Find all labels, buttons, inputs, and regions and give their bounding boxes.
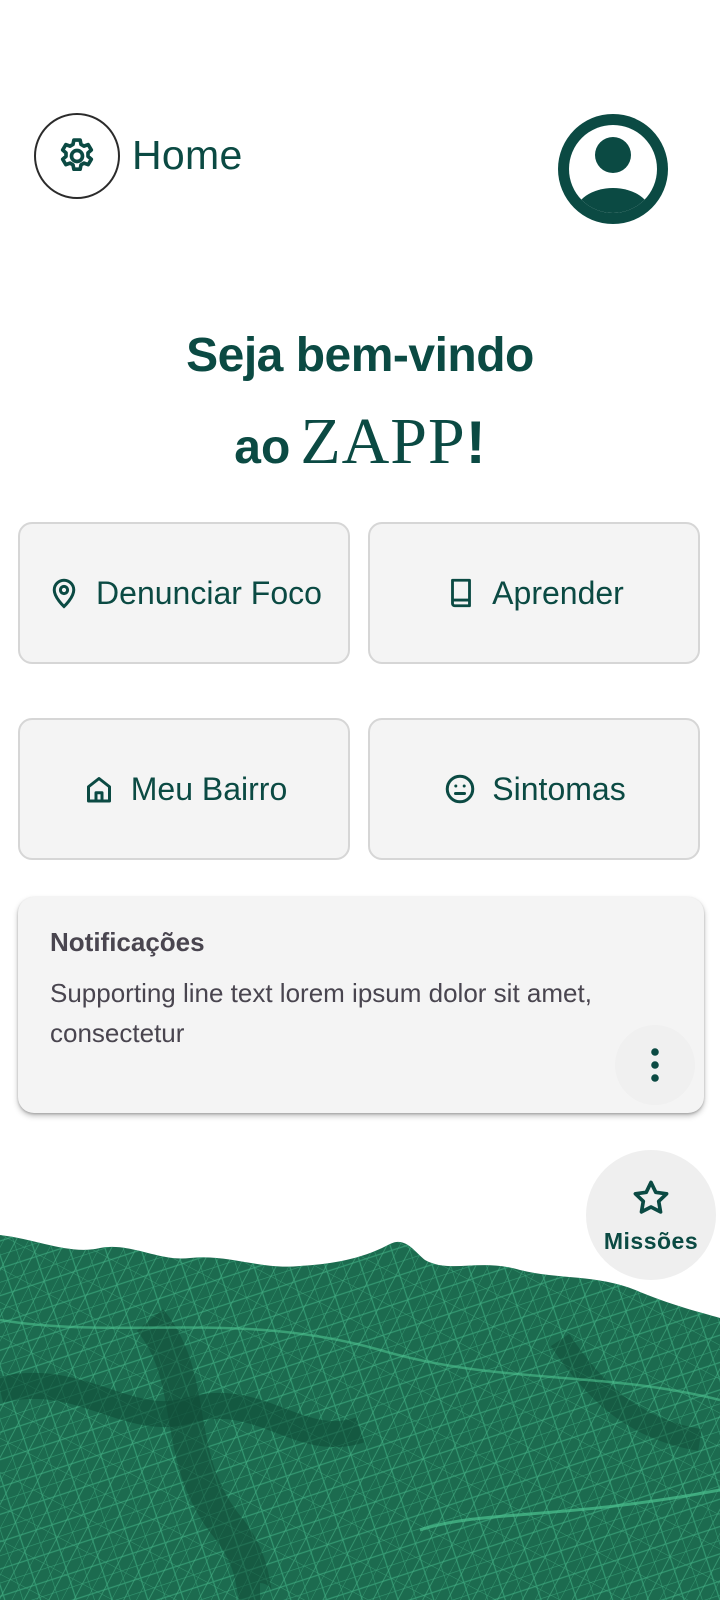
report-focus-label: Denunciar Foco xyxy=(96,574,322,611)
notification-title: Notificações xyxy=(50,927,205,957)
location-pin-icon xyxy=(52,578,76,609)
missions-label: Missões xyxy=(603,1227,699,1254)
brand-name: ZAPP xyxy=(300,405,466,478)
learn-label: Aprender xyxy=(492,574,624,611)
my-neighborhood-label: Meu Bairro xyxy=(130,770,288,807)
my-neighborhood-button[interactable]: Meu Bairro xyxy=(18,718,350,860)
gear-icon xyxy=(60,138,94,172)
notification-menu-button[interactable] xyxy=(615,1025,695,1105)
symptoms-label: Sintomas xyxy=(492,770,626,807)
brand-exclamation: ! xyxy=(465,409,486,476)
home-icon xyxy=(86,777,111,803)
profile-avatar-button[interactable] xyxy=(558,114,668,224)
report-focus-button[interactable]: Denunciar Foco xyxy=(18,522,350,664)
welcome-heading: Seja bem-vindo xyxy=(186,329,534,382)
welcome-brand-line: ao ZAPP! xyxy=(0,404,720,480)
learn-button[interactable]: Aprender xyxy=(368,522,700,664)
book-icon xyxy=(451,578,472,608)
symptoms-button[interactable]: Sintomas xyxy=(368,718,700,860)
missions-button[interactable]: Missões xyxy=(586,1150,716,1280)
page-title: Home xyxy=(132,132,243,178)
notification-body: Supporting line text lorem ipsum dolor s… xyxy=(50,978,592,1048)
more-vertical-icon xyxy=(651,1048,659,1082)
welcome-prefix: ao xyxy=(234,421,291,474)
star-outline-icon xyxy=(633,1180,669,1214)
notification-card[interactable]: Notificações Supporting line text lorem … xyxy=(18,897,704,1113)
neutral-face-icon xyxy=(446,774,475,804)
settings-button[interactable] xyxy=(34,113,120,199)
